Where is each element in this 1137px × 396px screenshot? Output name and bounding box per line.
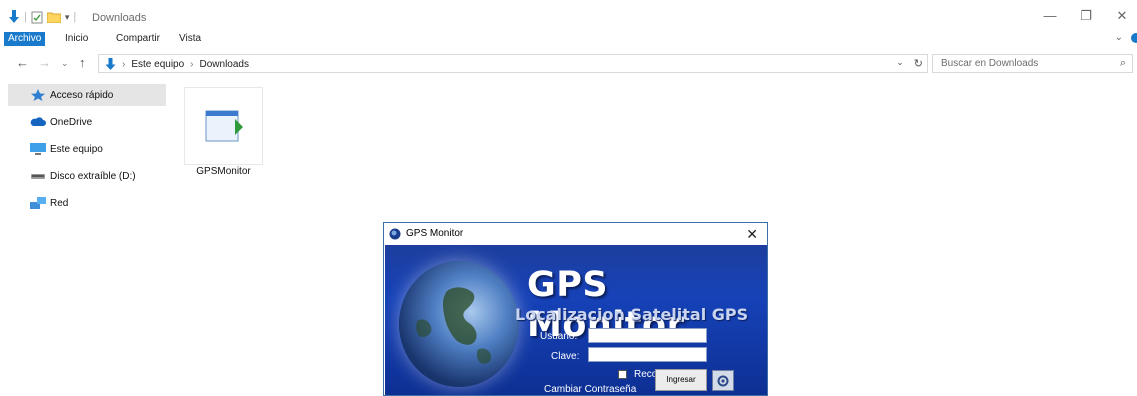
breadcrumb-downloads[interactable]: Downloads	[200, 59, 249, 70]
up-arrow-icon[interactable]: ↑	[79, 55, 86, 70]
gear-icon	[717, 375, 729, 386]
tab-vista[interactable]: Vista	[179, 32, 201, 46]
password-label: Clave:	[551, 351, 580, 362]
nav-item-red[interactable]: Red	[8, 192, 166, 214]
application-icon	[205, 110, 243, 142]
breadcrumb-separator-icon: ›	[122, 59, 126, 70]
navigation-pane: Acceso rápido OneDrive Este equipo Disco…	[0, 84, 170, 396]
breadcrumb-separator-icon: ›	[190, 59, 194, 70]
properties-icon[interactable]	[31, 11, 43, 24]
network-icon	[30, 197, 46, 209]
forward-arrow-icon[interactable]: →	[38, 55, 51, 70]
nav-item-acceso-rapido[interactable]: Acceso rápido	[8, 84, 166, 106]
globe-continents-icon	[416, 287, 491, 364]
login-button[interactable]: Ingresar	[655, 369, 707, 391]
computer-icon	[30, 143, 46, 155]
nav-item-label: OneDrive	[50, 116, 93, 128]
file-item-gpsmonitor[interactable]	[184, 87, 263, 165]
app-subheading: Localizacion Satelital GPS	[515, 305, 749, 324]
close-button[interactable]: ✕	[1112, 8, 1132, 24]
password-field[interactable]	[588, 347, 707, 362]
address-bar[interactable]: › Este equipo › Downloads ⌄ ↻	[98, 54, 928, 73]
drive-icon	[31, 174, 45, 179]
help-icon[interactable]	[1131, 32, 1137, 43]
restore-button[interactable]: ❐	[1076, 8, 1096, 24]
nav-item-label: Disco extraíble (D:)	[50, 170, 136, 182]
minimize-button[interactable]: —	[1040, 8, 1060, 23]
ribbon-right-controls: ⌄	[1115, 32, 1137, 43]
navigation-bar: ← → ⌄ ↑ › Este equipo › Downloads ⌄ ↻ Bu…	[0, 53, 1137, 74]
window-title: Downloads	[92, 12, 147, 24]
dialog-title: GPS Monitor	[406, 228, 464, 239]
dialog-body: GPS Monitor Localizacion Satelital GPS U…	[385, 245, 767, 395]
ribbon-tabs: Archivo Inicio Compartir Vista ⌄	[0, 31, 1137, 47]
file-name: GPSMonitor	[196, 166, 251, 177]
search-icon[interactable]: ⌕	[1120, 57, 1126, 70]
separator: |	[24, 11, 27, 23]
nav-item-disco-extraible[interactable]: Disco extraíble (D:)	[8, 165, 166, 187]
window-title-bar: | ▾ | Downloads — ❐ ✕	[0, 0, 1137, 31]
settings-button[interactable]	[712, 370, 734, 391]
nav-item-onedrive[interactable]: OneDrive	[8, 111, 166, 133]
dialog-close-button[interactable]: ✕	[746, 226, 758, 243]
tab-archivo[interactable]: Archivo	[4, 32, 46, 46]
nav-item-label: Este equipo	[50, 143, 103, 155]
back-arrow-icon[interactable]: ←	[16, 55, 29, 70]
refresh-icon[interactable]: ↻	[914, 57, 923, 70]
downloads-folder-icon	[105, 58, 116, 70]
new-folder-icon[interactable]	[46, 11, 61, 23]
nav-item-label: Red	[50, 197, 69, 209]
nav-item-este-equipo[interactable]: Este equipo	[8, 138, 166, 160]
change-password-link[interactable]: Cambiar Contraseña	[544, 384, 636, 395]
breadcrumb-este-equipo[interactable]: Este equipo	[131, 59, 184, 70]
address-bar-controls: ⌄ ↻	[896, 57, 923, 70]
tab-inicio[interactable]: Inicio	[65, 32, 88, 46]
recent-locations-icon[interactable]: ⌄	[61, 58, 69, 69]
customize-toolbar-icon[interactable]: ▾	[65, 12, 70, 23]
user-label: Usuario:	[540, 331, 578, 342]
cloud-icon	[30, 117, 46, 126]
address-dropdown-icon[interactable]: ⌄	[896, 57, 904, 70]
star-icon	[31, 89, 45, 101]
gps-monitor-dialog: GPS Monitor ✕ GPS Monitor Localizacion S…	[383, 222, 768, 396]
breadcrumb: › Este equipo › Downloads	[105, 58, 249, 71]
search-box[interactable]: Buscar en Downloads ⌕	[932, 54, 1133, 73]
user-field[interactable]	[588, 328, 707, 343]
dialog-title-bar: GPS Monitor ✕	[384, 223, 767, 245]
quick-access-toolbar: | ▾ |	[8, 10, 76, 24]
expand-ribbon-icon[interactable]: ⌄	[1115, 32, 1123, 43]
remember-checkbox[interactable]	[618, 370, 627, 379]
search-input[interactable]: Buscar en Downloads	[941, 58, 1038, 69]
tab-compartir[interactable]: Compartir	[116, 32, 160, 46]
download-arrow-icon[interactable]	[8, 10, 20, 24]
separator: |	[73, 11, 77, 23]
globe-image	[399, 261, 519, 387]
nav-item-label: Acceso rápido	[50, 89, 114, 101]
globe-app-icon	[389, 228, 401, 240]
